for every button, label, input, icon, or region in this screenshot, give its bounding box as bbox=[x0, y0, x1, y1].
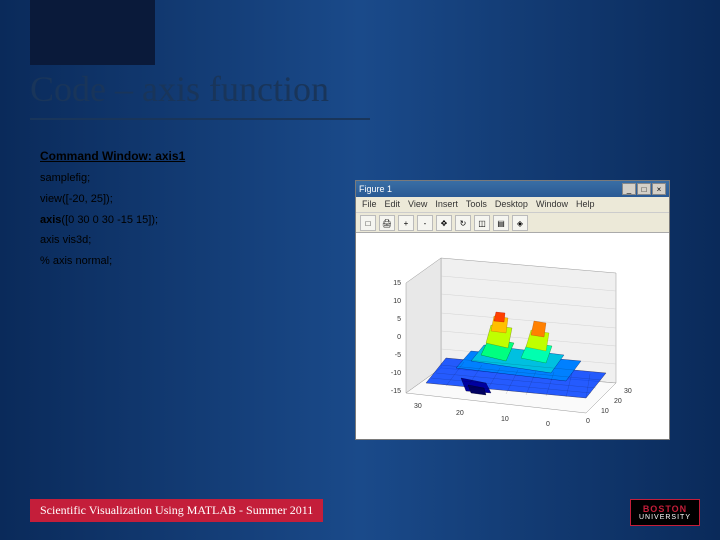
matlab-figure-window: Figure 1 _ □ × File Edit View Insert Too… bbox=[355, 180, 670, 440]
menu-insert[interactable]: Insert bbox=[435, 199, 458, 210]
menu-window[interactable]: Window bbox=[536, 199, 568, 210]
colorbar-icon[interactable]: ▤ bbox=[493, 215, 509, 231]
print-icon[interactable]: 🖨 bbox=[379, 215, 395, 231]
svg-text:-10: -10 bbox=[391, 370, 401, 377]
page-title: Code – axis function bbox=[30, 68, 329, 110]
svg-text:30: 30 bbox=[624, 388, 632, 395]
rotate-icon[interactable]: ↻ bbox=[455, 215, 471, 231]
code-line: axis([0 30 0 30 -15 15]); bbox=[40, 210, 340, 231]
maximize-button[interactable]: □ bbox=[637, 183, 651, 195]
surface-plot: 15 10 5 0 -5 -10 -15 30 20 10 0 0 10 20 … bbox=[386, 243, 656, 433]
legend-icon[interactable]: ◈ bbox=[512, 215, 528, 231]
plot-canvas[interactable]: 15 10 5 0 -5 -10 -15 30 20 10 0 0 10 20 … bbox=[356, 233, 669, 439]
menu-edit[interactable]: Edit bbox=[385, 199, 401, 210]
svg-text:15: 15 bbox=[393, 280, 401, 287]
svg-text:-5: -5 bbox=[395, 352, 401, 359]
svg-text:-15: -15 bbox=[391, 388, 401, 395]
command-window-header: Command Window: axis1 bbox=[40, 145, 340, 168]
code-line: % axis normal; bbox=[40, 251, 340, 272]
svg-text:0: 0 bbox=[586, 418, 590, 425]
footer-label: Scientific Visualization Using MATLAB - … bbox=[30, 499, 323, 522]
svg-text:20: 20 bbox=[614, 398, 622, 405]
figure-toolbar: □ 🖨 + - ✥ ↻ ◫ ▤ ◈ bbox=[356, 213, 669, 233]
code-line: axis vis3d; bbox=[40, 230, 340, 251]
zoom-in-icon[interactable]: + bbox=[398, 215, 414, 231]
svg-text:0: 0 bbox=[397, 334, 401, 341]
menu-help[interactable]: Help bbox=[576, 199, 595, 210]
new-icon[interactable]: □ bbox=[360, 215, 376, 231]
boston-university-logo: BOSTON UNIVERSITY bbox=[630, 499, 700, 526]
svg-text:5: 5 bbox=[397, 316, 401, 323]
code-block: Command Window: axis1 samplefig; view([-… bbox=[40, 145, 340, 272]
figure-titlebar[interactable]: Figure 1 _ □ × bbox=[356, 181, 669, 197]
zoom-out-icon[interactable]: - bbox=[417, 215, 433, 231]
menu-tools[interactable]: Tools bbox=[466, 199, 487, 210]
svg-text:0: 0 bbox=[546, 421, 550, 428]
datatip-icon[interactable]: ◫ bbox=[474, 215, 490, 231]
svg-text:10: 10 bbox=[501, 416, 509, 423]
figure-menubar: File Edit View Insert Tools Desktop Wind… bbox=[356, 197, 669, 213]
figure-title: Figure 1 bbox=[359, 184, 392, 194]
minimize-button[interactable]: _ bbox=[622, 183, 636, 195]
close-button[interactable]: × bbox=[652, 183, 666, 195]
title-underline bbox=[30, 118, 370, 120]
svg-text:10: 10 bbox=[393, 298, 401, 305]
menu-view[interactable]: View bbox=[408, 199, 427, 210]
svg-text:30: 30 bbox=[414, 403, 422, 410]
code-line: view([-20, 25]); bbox=[40, 189, 340, 210]
svg-text:10: 10 bbox=[601, 408, 609, 415]
decorative-corner-box bbox=[30, 0, 155, 65]
menu-desktop[interactable]: Desktop bbox=[495, 199, 528, 210]
pan-icon[interactable]: ✥ bbox=[436, 215, 452, 231]
code-line: samplefig; bbox=[40, 168, 340, 189]
svg-text:20: 20 bbox=[456, 410, 464, 417]
menu-file[interactable]: File bbox=[362, 199, 377, 210]
